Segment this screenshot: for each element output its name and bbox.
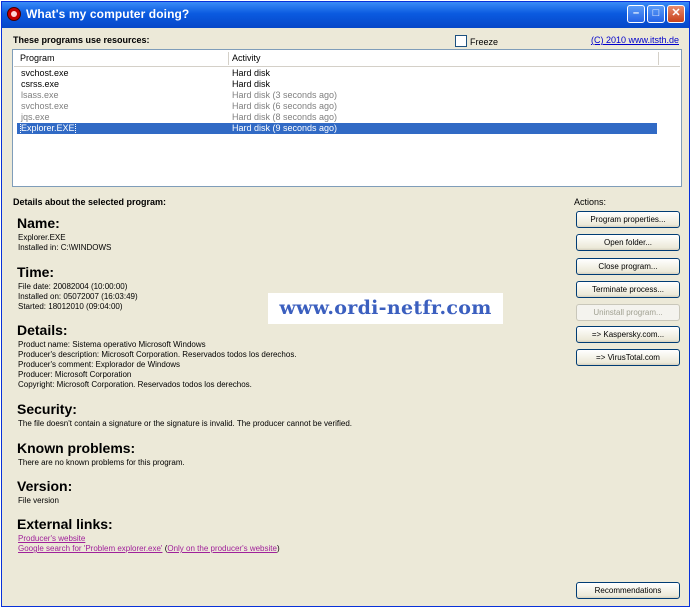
external-links-heading: External links:	[17, 516, 113, 532]
list-row[interactable]: csrss.exe Hard disk	[17, 79, 657, 90]
list-row-selected[interactable]: Explorer.EXE Hard disk (9 seconds ago)	[17, 122, 657, 135]
started: Started: 18012010 (09:04:00)	[18, 302, 123, 311]
installed-on: Installed on: 05072007 (16:03:49)	[18, 292, 138, 301]
google-search-link[interactable]: Google search for 'Problem explorer.exe'	[18, 544, 162, 553]
producer: Producer: Microsoft Corporation	[18, 370, 132, 379]
main-window: What's my computer doing? – □ ✕ These pr…	[1, 1, 690, 607]
program-properties-button[interactable]: Program properties...	[576, 211, 680, 228]
row-program: lsass.exe	[21, 90, 59, 100]
row-program: svchost.exe	[21, 101, 69, 111]
row-activity: Hard disk	[232, 68, 271, 78]
list-row[interactable]: jqs.exe Hard disk (8 seconds ago)	[17, 112, 657, 123]
row-activity: Hard disk (6 seconds ago)	[232, 101, 338, 111]
producer-website-link[interactable]: Producer's website	[18, 534, 85, 544]
version-heading: Version:	[17, 478, 73, 494]
uninstall-program-button[interactable]: Uninstall program...	[576, 304, 680, 321]
recommendations-button[interactable]: Recommendations	[576, 582, 680, 599]
terminate-process-button[interactable]: Terminate process...	[576, 281, 680, 298]
version-text: File version	[18, 496, 59, 505]
kaspersky-button[interactable]: => Kaspersky.com...	[576, 326, 680, 343]
open-folder-button[interactable]: Open folder...	[576, 234, 680, 251]
virustotal-button[interactable]: => VirusTotal.com	[576, 349, 680, 366]
column-separator[interactable]	[658, 52, 659, 65]
freeze-checkbox[interactable]: Freeze	[455, 35, 498, 47]
security-heading: Security:	[17, 401, 77, 417]
column-activity[interactable]: Activity	[232, 53, 261, 63]
details-label: Details about the selected program:	[13, 197, 167, 207]
close-program-button[interactable]: Close program...	[576, 258, 680, 275]
producer-comment: Producer's comment: Explorador de Window…	[18, 360, 181, 369]
list-row[interactable]: svchost.exe Hard disk	[17, 68, 657, 79]
time-heading: Time:	[17, 264, 55, 280]
name-heading: Name:	[17, 215, 60, 231]
product-name: Product name: Sistema operativo Microsof…	[18, 340, 206, 349]
list-row[interactable]: lsass.exe Hard disk (3 seconds ago)	[17, 90, 657, 101]
install-path: Installed in: C:\WINDOWS	[18, 243, 112, 252]
list-header: Program Activity	[14, 51, 680, 67]
known-problems-text: There are no known problems for this pro…	[18, 458, 185, 467]
program-list[interactable]: Program Activity svchost.exe Hard disk cs…	[12, 49, 682, 187]
producer-description: Producer's description: Microsoft Corpor…	[18, 350, 297, 359]
actions-label: Actions:	[574, 197, 607, 207]
only-producer-link[interactable]: Only on the producer's website	[167, 544, 277, 553]
minimize-button[interactable]: –	[627, 5, 645, 23]
row-program: svchost.exe	[21, 68, 69, 78]
maximize-button[interactable]: □	[647, 5, 665, 23]
app-icon	[7, 7, 21, 21]
row-activity: Hard disk (9 seconds ago)	[232, 123, 338, 133]
column-program[interactable]: Program	[20, 53, 55, 63]
details-heading: Details:	[17, 322, 68, 338]
row-activity: Hard disk	[232, 79, 271, 89]
row-program: jqs.exe	[21, 112, 50, 122]
window-title: What's my computer doing?	[26, 7, 190, 21]
column-separator[interactable]	[228, 52, 229, 65]
google-search-line: Google search for 'Problem explorer.exe'…	[18, 544, 280, 554]
row-activity: Hard disk (8 seconds ago)	[232, 112, 338, 122]
list-row[interactable]: svchost.exe Hard disk (6 seconds ago)	[17, 101, 657, 112]
row-program: Explorer.EXE	[20, 122, 76, 135]
name-value: Explorer.EXE	[18, 233, 66, 242]
title-bar[interactable]: What's my computer doing? – □ ✕	[2, 2, 689, 28]
copyright-info: Copyright: Microsoft Corporation. Reserv…	[18, 380, 252, 389]
resources-label: These programs use resources:	[13, 35, 150, 45]
close-paren: )	[276, 544, 280, 553]
watermark-text: www.ordi-netfr.com	[268, 293, 503, 324]
close-button[interactable]: ✕	[667, 5, 685, 23]
security-text: The file doesn't contain a signature or …	[18, 419, 353, 428]
known-problems-heading: Known problems:	[17, 440, 136, 456]
file-date: File date: 20082004 (10:00:00)	[18, 282, 128, 291]
copyright-link[interactable]: (C) 2010 www.itsth.de	[591, 35, 679, 45]
freeze-checkbox-box[interactable]	[455, 35, 467, 47]
freeze-label: Freeze	[470, 37, 499, 47]
row-activity: Hard disk (3 seconds ago)	[232, 90, 338, 100]
row-program: csrss.exe	[21, 79, 60, 89]
